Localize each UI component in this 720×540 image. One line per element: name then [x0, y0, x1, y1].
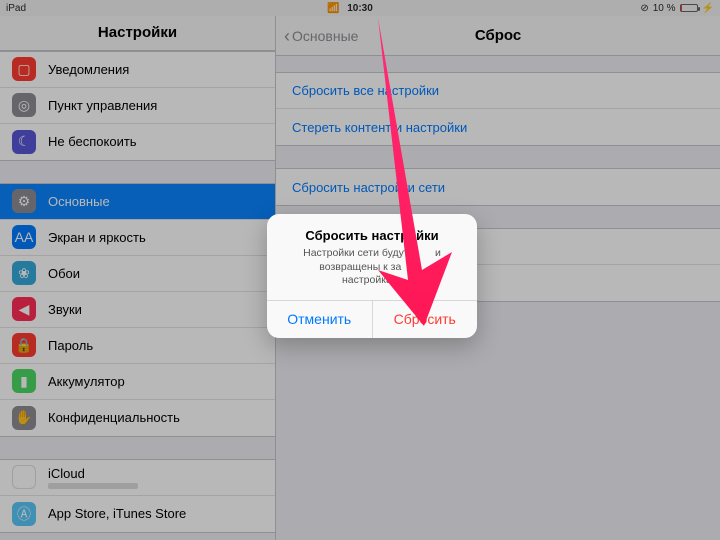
dialog-title: Сбросить настройки [279, 228, 465, 243]
dialog-body: Сбросить настройки Настройки сети будут … [267, 214, 477, 300]
dialog-buttons: Отменить Сбросить [267, 300, 477, 338]
dialog-message: Настройки сети будут и возвращены к за н… [279, 247, 465, 288]
confirm-button[interactable]: Сбросить [373, 301, 478, 338]
confirm-dialog: Сбросить настройки Настройки сети будут … [267, 214, 477, 338]
cancel-button[interactable]: Отменить [267, 301, 373, 338]
